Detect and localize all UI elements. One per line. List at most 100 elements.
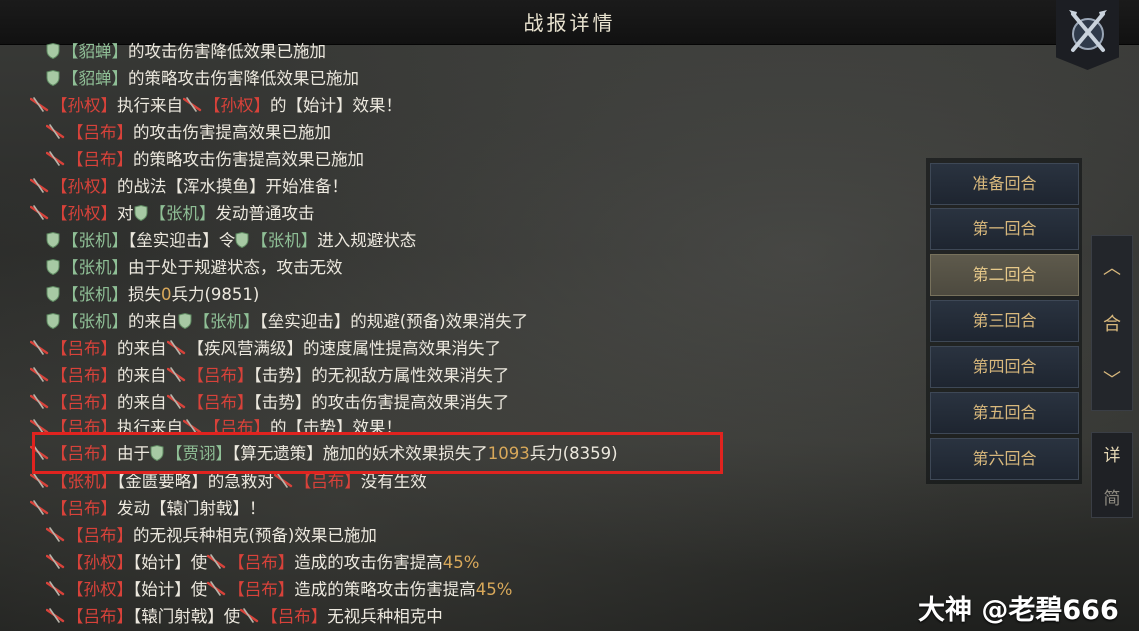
enemy-sword-icon [30, 367, 49, 382]
enemy-name: 【孙权】 [204, 96, 270, 115]
round-tab-5[interactable]: 第五回合 [930, 392, 1079, 434]
ally-name: 【张机】 [62, 285, 128, 304]
enemy-name: 【吕布】 [51, 499, 117, 518]
ally-shield-icon [46, 313, 60, 329]
log-line: 【孙权】【始计】使 【吕布】造成的攻击伤害提高45% [46, 549, 479, 576]
enemy-name: 【吕布】 [228, 553, 295, 572]
log-text: 没有生效 [360, 472, 427, 491]
enemy-name: 【吕布】 [187, 366, 254, 385]
log-line: 【孙权】对 【张机】发动普通攻击 [30, 200, 315, 227]
log-text: 【垒实迎击】的规避(预备)效果消失了 [259, 312, 529, 331]
log-line: 【孙权】执行来自 【孙权】的【始计】效果！ [30, 92, 402, 119]
log-text: 发动【辕门射戟】！ [117, 499, 266, 518]
battle-log[interactable]: 【貂蝉】的攻击伤害降低效果已施加 【貂蝉】的策略攻击伤害降低效果已施加 【孙权】执行… [0, 38, 900, 631]
enemy-sword-icon [46, 608, 65, 623]
log-text: 【垒实迎击】令 [128, 231, 236, 250]
enemy-sword-icon [46, 151, 65, 166]
round-tab-4[interactable]: 第四回合 [930, 346, 1079, 388]
round-tab-0[interactable]: 准备回合 [930, 163, 1079, 205]
enemy-sword-icon [30, 178, 49, 193]
enemy-name: 【吕布】 [294, 472, 361, 491]
enemy-sword-icon [30, 205, 49, 220]
log-number: 45% [442, 553, 480, 572]
log-text: 无视兵种相克中 [327, 607, 443, 626]
ally-shield-icon [134, 205, 147, 221]
log-line: 【吕布】的来自 【疾风营满级】的速度属性提高效果消失了 [30, 335, 501, 362]
log-text: 的策略攻击伤害降低效果已施加 [128, 69, 359, 88]
enemy-sword-icon [207, 581, 226, 596]
log-line: 【吕布】的来自 【吕布】【击势】的无视敌方属性效果消失了 [30, 362, 509, 389]
ally-shield-icon [46, 259, 60, 275]
ally-shield-icon [46, 70, 60, 86]
log-text: 的【始计】效果！ [270, 96, 402, 115]
enemy-sword-icon [240, 608, 259, 623]
ally-shield-icon [235, 232, 249, 248]
ally-name: 【貂蝉】 [62, 69, 128, 88]
ally-name: 【貂蝉】 [62, 42, 128, 61]
log-line: 【貂蝉】的策略攻击伤害降低效果已施加 [46, 65, 359, 92]
log-line: 【吕布】的攻击伤害提高效果已施加 [46, 119, 331, 146]
log-text: 发动普通攻击 [215, 204, 315, 223]
enemy-sword-icon [207, 554, 226, 569]
log-text: 【金匮要略】的急救对 [117, 472, 274, 491]
log-line: 【吕布】【辕门射戟】使 【吕布】无视兵种相克中 [46, 603, 443, 630]
log-text: 造成的攻击伤害提高 [294, 553, 443, 572]
enemy-sword-icon [30, 340, 49, 355]
log-line: 【张机】【垒实迎击】令 【张机】进入规避状态 [46, 227, 416, 254]
enemy-sword-icon [46, 124, 65, 139]
close-icon[interactable] [1063, 6, 1113, 56]
enemy-name: 【张机】 [51, 472, 117, 491]
enemy-sword-icon [166, 367, 185, 382]
log-text: 【击势】的攻击伤害提高效果消失了 [253, 393, 510, 412]
collapse-button[interactable]: 合 [1091, 310, 1133, 336]
log-text: 由于处于规避状态，攻击无效 [128, 258, 343, 277]
log-text: 的来自 [117, 366, 167, 385]
scroll-up-button[interactable]: ︿ [1091, 254, 1133, 280]
detail-mode-button[interactable]: 详 [1091, 441, 1133, 466]
log-line: 【吕布】的策略攻击伤害提高效果已施加 [46, 146, 364, 173]
enemy-sword-icon [30, 500, 49, 515]
log-text: 的无视兵种相克(预备)效果已施加 [133, 526, 377, 545]
ally-shield-icon [46, 286, 60, 302]
log-text: 【辕门射戟】使 [133, 607, 241, 626]
round-tab-2[interactable]: 第二回合 [930, 254, 1079, 296]
log-text: 的来自 [117, 339, 167, 358]
ally-shield-icon [46, 43, 60, 59]
log-text: 损失 [128, 285, 161, 304]
log-number: 45% [475, 580, 513, 599]
enemy-name: 【吕布】 [261, 607, 328, 626]
log-text: 兵力(9851) [171, 285, 260, 304]
log-line: 【吕布】发动【辕门射戟】！ [30, 495, 266, 522]
enemy-sword-icon [166, 340, 185, 355]
log-number: 0 [161, 285, 172, 304]
round-tab-1[interactable]: 第一回合 [930, 208, 1079, 250]
enemy-name: 【吕布】 [67, 123, 133, 142]
enemy-name: 【吕布】 [187, 393, 254, 412]
enemy-sword-icon [46, 554, 65, 569]
ally-name: 【张机】 [62, 258, 128, 277]
round-tab-3[interactable]: 第三回合 [930, 300, 1079, 342]
log-text: 执行来自 [117, 96, 183, 115]
simple-mode-button[interactable]: 简 [1091, 484, 1133, 509]
enemy-name: 【吕布】 [51, 366, 117, 385]
ally-name: 【张机】 [149, 204, 216, 223]
enemy-name: 【吕布】 [67, 607, 133, 626]
log-text: 的攻击伤害提高效果已施加 [133, 123, 331, 142]
enemy-name: 【孙权】 [51, 96, 117, 115]
log-text: 的来自 [117, 393, 167, 412]
enemy-name: 【孙权】 [51, 177, 117, 196]
log-line: 【张机】的来自 【张机】【垒实迎击】的规避(预备)效果消失了 [46, 308, 528, 335]
enemy-sword-icon [30, 394, 49, 409]
highlight-box [32, 432, 723, 474]
log-text: 【始计】使 [133, 553, 208, 572]
page-title: 战报详情 [523, 11, 616, 35]
log-text: 对 [117, 204, 134, 223]
ally-name: 【张机】 [193, 312, 260, 331]
enemy-sword-icon [30, 473, 49, 488]
ally-shield-icon [178, 313, 191, 329]
round-tab-6[interactable]: 第六回合 [930, 438, 1079, 480]
log-line: 【貂蝉】的攻击伤害降低效果已施加 [46, 38, 326, 65]
log-line: 【张机】由于处于规避状态，攻击无效 [46, 254, 343, 281]
log-line: 【孙权】的战法【浑水摸鱼】开始准备！ [30, 173, 348, 200]
scroll-down-button[interactable]: ﹀ [1091, 366, 1133, 392]
